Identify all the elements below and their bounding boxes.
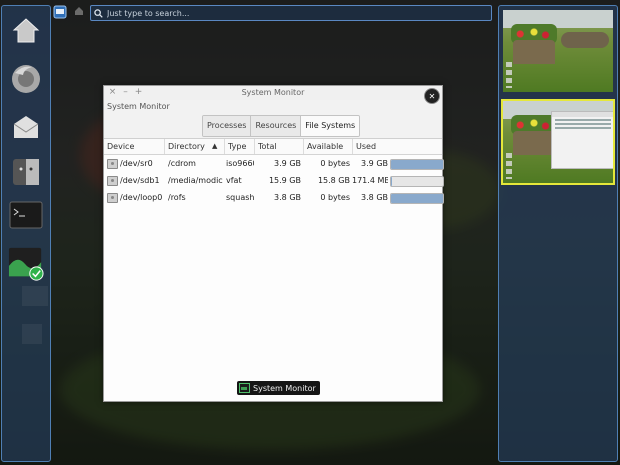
search-bar[interactable] <box>90 5 492 21</box>
app-label: System Monitor <box>107 102 170 111</box>
dock-item-mail[interactable] <box>8 109 44 145</box>
sort-ascending-icon: ▲ <box>212 142 218 150</box>
cell-directory: /cdrom <box>168 159 196 168</box>
home-icon <box>12 18 40 43</box>
workspace-panel <box>498 5 618 462</box>
table-row[interactable]: /dev/loop0 /rofs squashfs 3.8 GB 0 bytes… <box>104 190 444 207</box>
cell-used: 171.4 MB <box>352 176 388 185</box>
tab-resources[interactable]: Resources <box>251 116 302 136</box>
column-header-type[interactable]: Type <box>228 142 246 151</box>
window-titlebar[interactable]: × – + System Monitor <box>104 86 442 100</box>
cell-device: /dev/sr0 <box>120 159 153 168</box>
window-tooltip: System Monitor <box>237 381 320 395</box>
usage-bar-fill <box>391 160 443 169</box>
usage-bar <box>390 176 444 187</box>
file-systems-table: Device Directory ▲ Type Total Available … <box>104 138 444 401</box>
cell-type: squashfs <box>226 193 254 202</box>
cell-device: /dev/loop0 <box>120 193 163 202</box>
dock-item-finder[interactable] <box>8 154 44 190</box>
mail-icon <box>13 116 39 138</box>
cell-type: iso9660 <box>226 159 254 168</box>
usage-bar <box>390 193 444 204</box>
column-header-used[interactable]: Used <box>356 142 376 151</box>
search-icon <box>94 8 103 18</box>
drive-icon <box>107 159 118 169</box>
overview-icon[interactable] <box>53 5 67 19</box>
table-header: Device Directory ▲ Type Total Available … <box>104 139 442 155</box>
cell-used: 3.9 GB <box>361 159 388 168</box>
cell-available: 15.8 GB <box>317 176 350 185</box>
table-row[interactable]: /dev/sr0 /cdrom iso9660 3.9 GB 0 bytes 3… <box>104 156 444 173</box>
firefox-icon <box>12 65 40 93</box>
dock-item-firefox[interactable] <box>8 61 44 97</box>
usage-bar-fill <box>391 194 443 203</box>
system-monitor-icon <box>8 247 44 281</box>
dock-ghost-label <box>22 286 48 306</box>
terminal-icon <box>9 201 43 229</box>
tooltip-label: System Monitor <box>253 383 316 393</box>
usage-bar <box>390 159 444 170</box>
tab-file-systems[interactable]: File Systems <box>301 116 360 136</box>
column-header-available[interactable]: Available <box>307 142 343 151</box>
column-header-device[interactable]: Device <box>107 142 134 151</box>
window-title: System Monitor <box>241 88 305 97</box>
usage-bar-fill <box>391 177 393 186</box>
cell-used: 3.8 GB <box>361 193 388 202</box>
cell-available: 0 bytes <box>320 159 350 168</box>
close-icon: ✕ <box>428 91 436 101</box>
dock-ghost-label <box>22 324 42 344</box>
workspace-2-thumbnail[interactable] <box>501 99 615 185</box>
dock-item-terminal[interactable] <box>8 197 44 233</box>
cell-available: 0 bytes <box>320 193 350 202</box>
dock-item-system-monitor[interactable] <box>8 246 44 282</box>
table-row[interactable]: /dev/sdb1 /media/modicia/L vfat 15.9 GB … <box>104 173 444 190</box>
thumbnail-window <box>551 111 613 169</box>
drive-icon <box>107 176 118 186</box>
cell-directory: /rofs <box>168 193 186 202</box>
cell-device: /dev/sdb1 <box>120 176 160 185</box>
system-monitor-window[interactable]: × – + System Monitor System Monitor Proc… <box>103 85 444 402</box>
cell-type: vfat <box>226 176 242 185</box>
cell-total: 3.9 GB <box>274 159 301 168</box>
column-header-directory[interactable]: Directory <box>168 142 205 151</box>
cell-total: 15.9 GB <box>268 176 301 185</box>
tab-processes[interactable]: Processes <box>203 116 252 136</box>
dock <box>1 5 51 462</box>
search-input[interactable] <box>105 8 479 18</box>
close-window-button[interactable]: ✕ <box>424 88 440 104</box>
dock-item-home[interactable] <box>8 12 44 48</box>
view-tabs: Processes Resources File Systems <box>202 115 361 137</box>
cell-directory: /media/modicia/L <box>168 176 223 185</box>
workspace-1-thumbnail[interactable] <box>503 10 613 92</box>
cell-total: 3.8 GB <box>274 193 301 202</box>
home-small-icon[interactable] <box>73 5 87 19</box>
drive-icon <box>107 193 118 203</box>
system-monitor-icon <box>239 383 250 393</box>
finder-icon <box>13 159 39 185</box>
column-header-total[interactable]: Total <box>258 142 277 151</box>
